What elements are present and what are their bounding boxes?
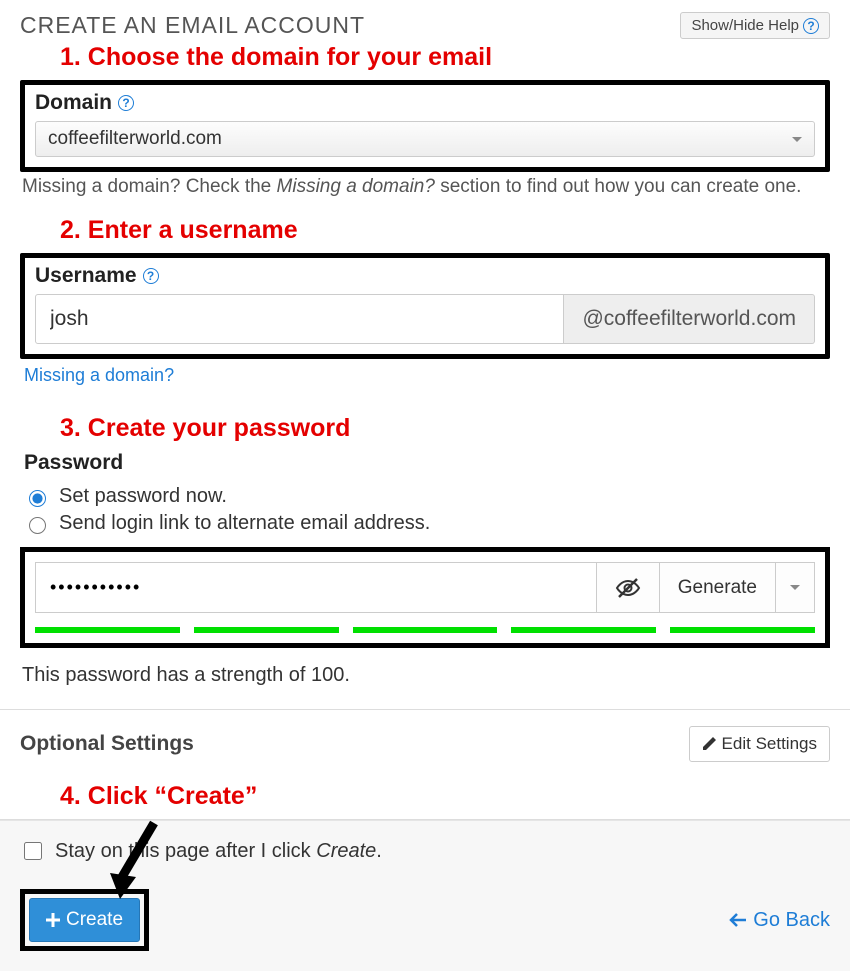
radio-alt-label: Send login link to alternate email addre… <box>59 512 430 535</box>
stay-on-page-row[interactable]: Stay on this page after I click Create. <box>20 839 830 863</box>
eye-off-icon <box>615 577 641 599</box>
password-strength-text: This password has a strength of 100. <box>22 664 828 687</box>
domain-select-value: coffeefilterworld.com <box>48 128 222 150</box>
toggle-password-visibility-button[interactable] <box>596 562 659 613</box>
chevron-down-icon <box>792 137 802 142</box>
arrow-left-icon <box>729 913 747 927</box>
radio-set-password-now[interactable]: Set password now. <box>24 485 830 508</box>
missing-domain-link[interactable]: Missing a domain? <box>24 365 174 386</box>
go-back-link[interactable]: Go Back <box>729 909 830 932</box>
pencil-icon <box>702 737 716 751</box>
password-input[interactable] <box>35 562 596 613</box>
radio-now-label: Set password now. <box>59 485 227 508</box>
domain-select[interactable]: coffeefilterworld.com <box>35 121 815 157</box>
radio-send-login-link-input[interactable] <box>29 517 46 534</box>
go-back-label: Go Back <box>753 909 830 932</box>
radio-set-password-now-input[interactable] <box>29 490 46 507</box>
chevron-down-icon <box>790 585 800 590</box>
generate-password-button[interactable]: Generate <box>659 562 775 613</box>
annotation-step4: 4. Click “Create” <box>60 782 830 811</box>
annotation-step1: 1. Choose the domain for your email <box>60 43 830 72</box>
radio-send-login-link[interactable]: Send login link to alternate email addre… <box>24 512 830 535</box>
domain-label: Domain <box>35 91 112 115</box>
help-icon: ? <box>803 18 819 34</box>
help-icon[interactable]: ? <box>143 268 159 284</box>
create-button[interactable]: Create <box>29 898 140 942</box>
password-strength-meter <box>35 627 815 633</box>
annotation-step3: 3. Create your password <box>60 414 830 443</box>
password-field-box: Generate <box>20 547 830 648</box>
optional-settings-heading: Optional Settings <box>20 732 194 756</box>
help-button-label: Show/Hide Help <box>691 17 799 34</box>
create-button-label: Create <box>66 909 123 931</box>
username-field-box: Username ? @coffeefilterworld.com <box>20 253 830 359</box>
password-label: Password <box>24 451 830 475</box>
generate-dropdown-toggle[interactable] <box>775 562 815 613</box>
annotation-step2: 2. Enter a username <box>60 216 830 245</box>
username-domain-suffix: @coffeefilterworld.com <box>564 294 815 344</box>
edit-settings-label: Edit Settings <box>722 734 817 754</box>
domain-field-box: Domain ? coffeefilterworld.com <box>20 80 830 172</box>
username-input[interactable] <box>35 294 564 344</box>
create-button-highlight: Create <box>20 889 149 951</box>
domain-hint: Missing a domain? Check the Missing a do… <box>22 176 828 198</box>
edit-settings-button[interactable]: Edit Settings <box>689 726 830 762</box>
stay-on-page-label: Stay on this page after I click Create. <box>55 840 382 863</box>
page-title: CREATE AN EMAIL ACCOUNT <box>20 12 365 39</box>
stay-on-page-checkbox[interactable] <box>24 842 42 860</box>
show-hide-help-button[interactable]: Show/Hide Help ? <box>680 12 830 39</box>
plus-icon <box>46 913 60 927</box>
help-icon[interactable]: ? <box>118 95 134 111</box>
generate-label: Generate <box>678 577 757 599</box>
username-label: Username <box>35 264 137 288</box>
